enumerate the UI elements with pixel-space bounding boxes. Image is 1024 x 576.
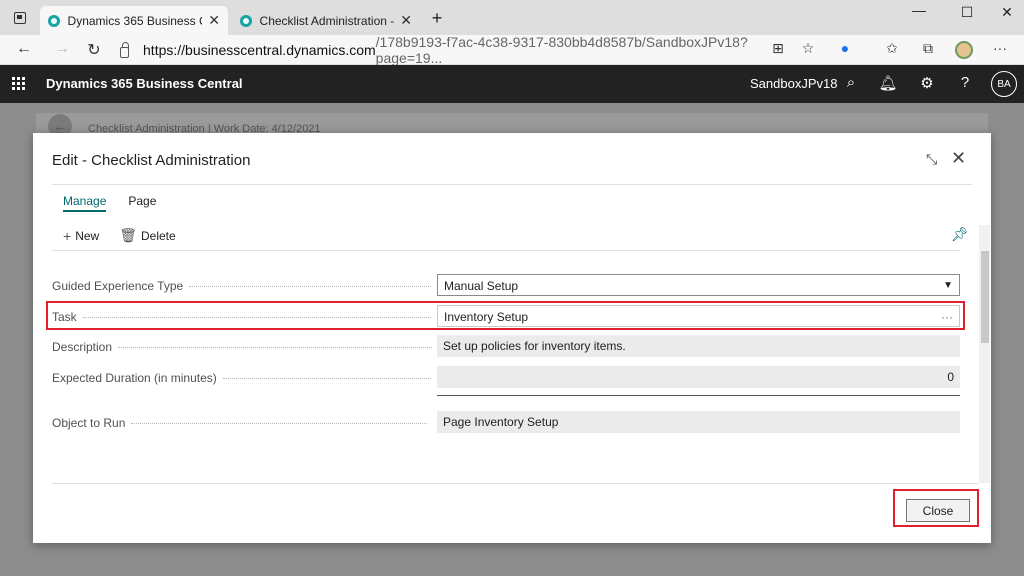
field-group-divider	[437, 395, 960, 396]
close-tab-icon[interactable]: ✕	[208, 12, 220, 29]
lock-icon	[120, 47, 129, 58]
pin-icon[interactable]: 📌︎	[951, 226, 969, 243]
delete-label: Delete	[141, 229, 176, 243]
url-path: /178b9193-f7ac-4c38-9317-830bb4d8587b/Sa…	[376, 34, 760, 66]
maximize-icon[interactable]: ☐	[952, 4, 982, 21]
description-value: Set up policies for inventory items.	[443, 339, 626, 353]
user-avatar[interactable]: BA	[991, 71, 1017, 97]
collections-icon[interactable]: ⧉	[916, 40, 940, 57]
description-field: Set up policies for inventory items.	[437, 335, 960, 357]
guided-type-label-text: Guided Experience Type	[52, 279, 183, 293]
delete-button[interactable]: 🗑︎ Delete	[119, 227, 175, 244]
toolbar-divider	[52, 250, 960, 251]
close-dialog-icon[interactable]: ✕	[951, 148, 966, 169]
browser-tab-business-central[interactable]: Dynamics 365 Business Central - ✕	[40, 6, 228, 35]
leader-dots	[223, 378, 432, 379]
favorite-star-icon[interactable]: ☆	[796, 40, 820, 57]
environment-name[interactable]: SandboxJPv18	[750, 76, 837, 91]
close-highlight-box	[893, 489, 979, 527]
leader-dots	[131, 423, 427, 424]
toolbar: + New 🗑︎ Delete	[63, 227, 176, 244]
footer-divider	[52, 483, 978, 484]
more-options-icon[interactable]: ···	[988, 40, 1012, 56]
leader-dots	[118, 347, 432, 348]
browser-tab-label: Dynamics 365 Business Central -	[68, 14, 203, 28]
app-launcher-icon[interactable]	[12, 77, 26, 91]
notification-bell-icon[interactable]: 🔔︎	[878, 74, 898, 92]
action-tabs: Manage Page	[63, 194, 156, 212]
object-to-run-field: Page Inventory Setup	[437, 411, 960, 433]
browser-extension-icon[interactable]: ●	[833, 40, 857, 56]
browser-tab-label: Checklist Administration - Dyna	[260, 14, 395, 28]
url-host: https://businesscentral.dynamics.com	[143, 42, 376, 58]
new-button[interactable]: + New	[63, 228, 99, 244]
plus-icon: +	[63, 228, 71, 244]
task-highlight-box	[46, 301, 965, 330]
app-header: Dynamics 365 Business Central SandboxJPv…	[0, 65, 1024, 103]
favorites-icon[interactable]: ✩	[880, 40, 904, 57]
description-label: Description	[52, 340, 432, 354]
chevron-down-icon: ▼	[943, 280, 953, 291]
title-divider	[52, 184, 972, 185]
duration-label-text: Expected Duration (in minutes)	[52, 371, 217, 385]
app-available-icon[interactable]: ⊞	[766, 40, 790, 57]
browser-address-bar: ← → ↻ https://businesscentral.dynamics.c…	[0, 35, 1024, 65]
new-tab-button[interactable]: +	[422, 8, 452, 29]
guided-type-value: Manual Setup	[444, 279, 518, 293]
tab-manage[interactable]: Manage	[63, 194, 106, 212]
description-label-text: Description	[52, 340, 112, 354]
url-field[interactable]: https://businesscentral.dynamics.com/178…	[120, 39, 760, 61]
browser-profile-avatar[interactable]	[955, 41, 973, 59]
scrollbar-thumb[interactable]	[981, 251, 989, 343]
dialog-title: Edit - Checklist Administration	[52, 152, 250, 169]
browser-tab-bar: Dynamics 365 Business Central - ✕ Checkl…	[0, 0, 1024, 35]
collapse-icon[interactable]: ⤡	[926, 151, 937, 168]
tab-page[interactable]: Page	[128, 194, 156, 212]
guided-type-label: Guided Experience Type	[52, 279, 432, 293]
guided-type-select[interactable]: Manual Setup ▼	[437, 274, 960, 296]
duration-field: 0	[437, 366, 960, 388]
minimize-icon[interactable]: —	[904, 2, 934, 18]
help-icon[interactable]: ?	[955, 74, 975, 91]
object-to-run-label-text: Object to Run	[52, 416, 125, 430]
object-to-run-label: Object to Run	[52, 416, 432, 430]
refresh-icon[interactable]: ↻	[82, 40, 106, 60]
close-tab-icon[interactable]: ✕	[400, 12, 412, 29]
search-icon[interactable]: ⌕	[841, 74, 861, 91]
leader-dots	[189, 286, 432, 287]
new-label: New	[75, 229, 99, 243]
trash-icon: 🗑︎	[119, 227, 137, 244]
close-window-icon[interactable]: ✕	[992, 4, 1022, 21]
dynamics-favicon-icon	[48, 15, 60, 27]
dynamics-favicon-icon	[240, 15, 252, 27]
browser-tab-checklist[interactable]: Checklist Administration - Dyna ✕	[232, 6, 420, 35]
app-title: Dynamics 365 Business Central	[46, 76, 243, 91]
tab-actions-icon[interactable]	[14, 12, 26, 24]
edit-dialog: Edit - Checklist Administration ⤡ ✕ Mana…	[33, 133, 991, 543]
duration-value: 0	[947, 370, 954, 384]
gear-icon[interactable]: ⚙	[917, 74, 937, 92]
object-to-run-value: Page Inventory Setup	[443, 415, 558, 429]
forward-arrow-icon[interactable]: →	[50, 40, 74, 58]
back-arrow-icon[interactable]: ←	[12, 40, 36, 58]
duration-label: Expected Duration (in minutes)	[52, 371, 432, 385]
